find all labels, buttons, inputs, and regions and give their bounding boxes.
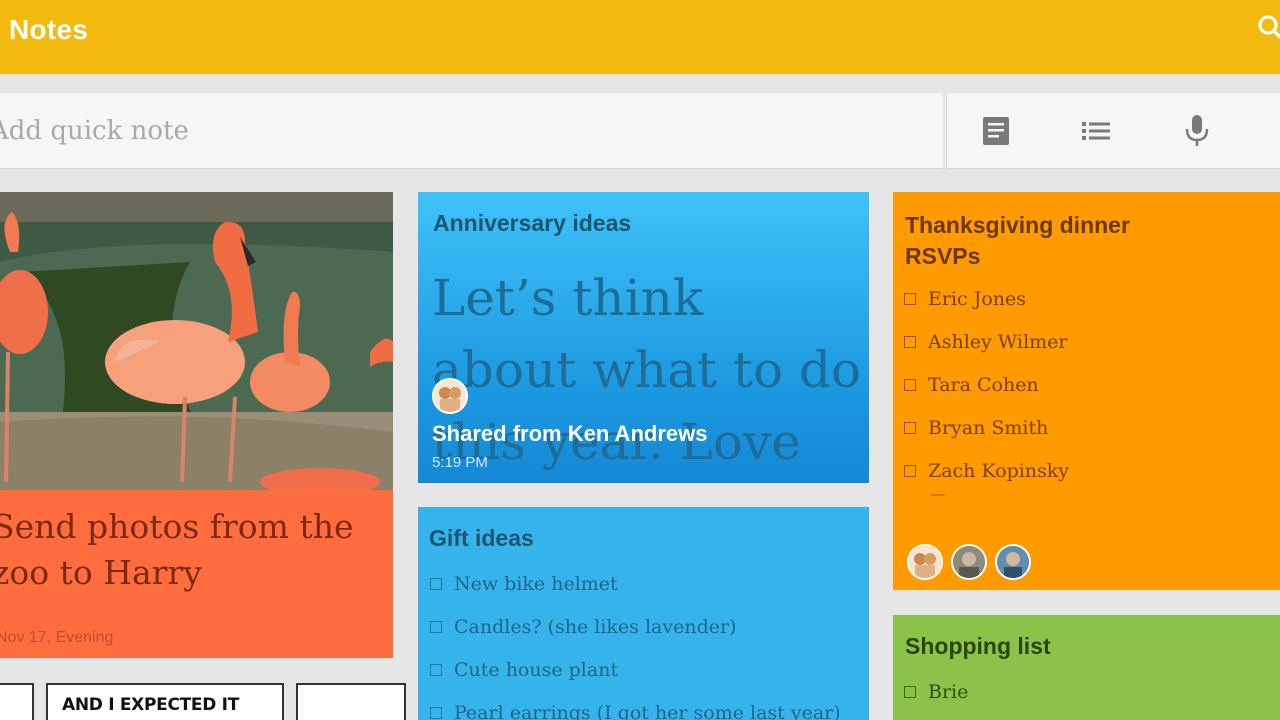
note-card-comic[interactable]: AND I EXPECTED IT (0, 683, 406, 720)
note-card-thanksgiving[interactable]: Thanksgiving dinner RSVPs Eric Jones Ash… (893, 192, 1280, 590)
avatar (432, 378, 468, 414)
comic-panel (296, 683, 406, 720)
checklist-item-label: Eric Jones (928, 287, 1026, 310)
note-date: Nov 17, Evening (0, 629, 114, 646)
note-title-line: Thanksgiving dinner (905, 212, 1130, 238)
checklist-item[interactable]: Cute house plant (430, 648, 841, 691)
note-title: Shopping list (905, 633, 1051, 659)
checklist-item[interactable]: Pearl earrings (I got her some last year… (430, 691, 841, 720)
note-time: 5:19 PM (432, 454, 488, 471)
avatar (907, 544, 943, 580)
list-note-icon[interactable] (1076, 113, 1116, 149)
quick-note-input[interactable] (0, 111, 700, 151)
checkbox[interactable] (430, 706, 442, 719)
checklist-item[interactable]: Eric Jones (904, 277, 1069, 320)
more-items-indicator (931, 494, 945, 496)
checkbox[interactable] (904, 292, 916, 305)
checklist-item-label: New bike helmet (454, 572, 618, 595)
checkbox[interactable] (430, 663, 442, 676)
checkbox[interactable] (430, 620, 442, 633)
comic-panel (0, 683, 34, 720)
checklist-item[interactable]: Ashley Wilmer (904, 320, 1069, 363)
checklist: Brie (904, 670, 968, 713)
note-title: Gift ideas (429, 525, 534, 551)
note-card-shopping-list[interactable]: Shopping list Brie (893, 615, 1280, 720)
checklist-item-label: Cute house plant (454, 658, 619, 681)
checklist-item[interactable]: Bryan Smith (904, 406, 1069, 449)
note-body: Let’s think about what to do this year. … (432, 269, 862, 471)
checkbox[interactable] (904, 421, 916, 434)
checkbox[interactable] (904, 685, 916, 698)
checklist-item-label: Ashley Wilmer (928, 330, 1068, 353)
checklist: Eric Jones Ashley Wilmer Tara Cohen Brya… (904, 277, 1069, 492)
checklist: New bike helmet Candles? (she likes lave… (430, 562, 841, 720)
checkbox[interactable] (904, 378, 916, 391)
avatar (995, 544, 1031, 580)
note-title: Thanksgiving dinner RSVPs (905, 210, 1130, 272)
checklist-item-label: Tara Cohen (928, 373, 1039, 396)
note-text: Send photos from the zoo to Harry (0, 507, 354, 592)
checkbox[interactable] (904, 335, 916, 348)
quick-note-bar (0, 93, 943, 169)
app-bar: Notes (0, 0, 1280, 74)
app-title: Notes (9, 14, 89, 45)
collaborator-avatars (907, 544, 1031, 580)
checklist-item[interactable]: New bike helmet (430, 562, 841, 605)
checkbox[interactable] (430, 577, 442, 590)
checklist-item[interactable]: Zach Kopinsky (904, 449, 1069, 492)
checkbox[interactable] (904, 464, 916, 477)
note-card-photo[interactable]: Send photos from the zoo to Harry Nov 17… (0, 192, 393, 658)
checklist-item[interactable]: Brie (904, 670, 968, 713)
checklist-item-label: Zach Kopinsky (928, 459, 1070, 482)
note-card-gift-ideas[interactable]: Gift ideas New bike helmet Candles? (she… (418, 507, 869, 720)
note-title-line: RSVPs (905, 243, 981, 269)
microphone-icon[interactable] (1177, 113, 1217, 149)
checklist-item-label: Pearl earrings (I got her some last year… (454, 701, 841, 720)
note-card-anniversary[interactable]: Anniversary ideas Let’s think about what… (418, 192, 869, 483)
checklist-item-label: Candles? (she likes lavender) (454, 615, 737, 638)
comic-panel: AND I EXPECTED IT (46, 683, 284, 720)
search-icon[interactable] (1254, 12, 1280, 42)
comic-text: AND I EXPECTED IT (62, 695, 239, 715)
note-type-toolbar (946, 93, 1280, 169)
shared-from-label: Shared from Ken Andrews (432, 421, 708, 446)
checklist-item-label: Bryan Smith (928, 416, 1049, 439)
flamingo-photo (0, 192, 393, 490)
checklist-item-label: Brie (928, 680, 969, 703)
note-title: Anniversary ideas (433, 210, 632, 236)
checklist-item[interactable]: Tara Cohen (904, 363, 1069, 406)
avatar (951, 544, 987, 580)
checklist-item[interactable]: Candles? (she likes lavender) (430, 605, 841, 648)
text-note-icon[interactable] (976, 113, 1016, 149)
